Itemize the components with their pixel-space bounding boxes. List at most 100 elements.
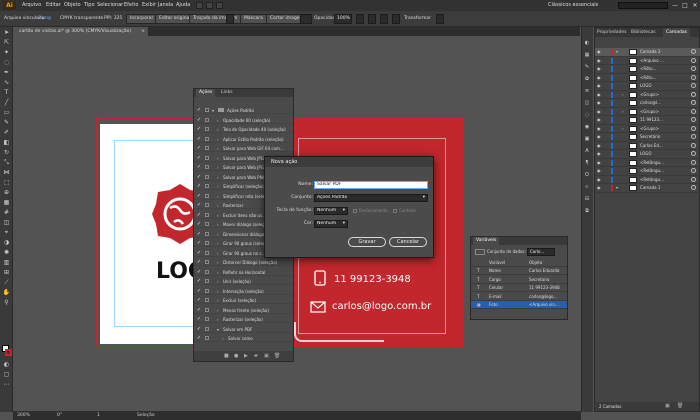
action-row[interactable]: ✓ › Salvar para Web GIF 64 com... <box>194 145 293 153</box>
line-tool-icon[interactable]: ╱ <box>2 99 11 107</box>
dialog-toggle-box[interactable] <box>205 279 209 283</box>
workspace-switcher[interactable]: Clássicos essenciais <box>548 2 598 9</box>
scale-tool-icon[interactable]: ⤡ <box>2 159 11 167</box>
visibility-eye-icon[interactable]: ◉ <box>597 160 602 166</box>
action-row[interactable]: ✓ › Refletir na Horizontal <box>194 269 293 276</box>
checkmark-icon[interactable]: ✓ <box>196 307 202 313</box>
free-transform-tool-icon[interactable]: ⬚ <box>2 179 11 187</box>
stop-icon[interactable]: ■ <box>224 353 229 359</box>
target-circle-icon[interactable] <box>691 125 696 131</box>
bridge-button[interactable] <box>196 2 203 9</box>
checkmark-icon[interactable]: ✓ <box>196 183 202 189</box>
action-row[interactable]: ✓ › Salvar como <box>194 335 293 343</box>
target-circle-icon[interactable] <box>691 168 696 173</box>
expand-chevron-icon[interactable]: › <box>622 108 624 116</box>
target-circle-icon[interactable] <box>691 66 696 71</box>
layer-row[interactable]: ◉ 11 99123... <box>595 116 700 125</box>
tab-variaveis[interactable]: Variáveis <box>473 237 500 245</box>
maximize-button[interactable]: □ <box>680 0 690 11</box>
curvature-tool-icon[interactable]: ∿ <box>2 79 11 87</box>
stroke-swatch[interactable] <box>5 349 12 356</box>
chevron-right-icon[interactable]: › <box>217 250 219 256</box>
chevron-down-icon[interactable]: ▾ <box>212 107 214 113</box>
draw-mode-icon[interactable]: ◐ <box>2 361 11 369</box>
menu-objeto[interactable]: Objeto <box>64 0 81 11</box>
column-graph-tool-icon[interactable]: ▥ <box>2 259 11 267</box>
artboard-tool-icon[interactable]: ⊞ <box>2 269 11 277</box>
color-panel-icon[interactable]: ◐ <box>583 40 591 47</box>
chevron-right-icon[interactable]: › <box>217 307 219 313</box>
visibility-eye-icon[interactable]: ◉ <box>597 168 602 174</box>
rotate-tool-icon[interactable]: ↻ <box>2 149 11 157</box>
checkmark-icon[interactable]: ✓ <box>196 136 202 142</box>
visibility-eye-icon[interactable]: ◉ <box>597 58 602 64</box>
action-row[interactable]: ✓ › Distorcer Diálogo (seleção) <box>194 259 293 267</box>
chevron-right-icon[interactable]: › <box>217 183 219 189</box>
checkmark-icon[interactable]: ✓ <box>196 212 202 218</box>
visibility-eye-icon[interactable]: ◉ <box>597 83 602 89</box>
chevron-right-icon[interactable]: › <box>217 164 219 170</box>
dialog-toggle-box[interactable] <box>205 241 209 245</box>
chevron-right-icon[interactable]: › <box>217 193 219 199</box>
layer-row[interactable]: ◉ Carlos Ed... <box>595 142 700 150</box>
checkmark-icon[interactable]: ✓ <box>196 278 202 284</box>
trace-preset-dropdown[interactable] <box>226 14 234 24</box>
visibility-eye-icon[interactable]: ◉ <box>597 185 602 191</box>
mask-button[interactable]: Máscara <box>240 14 267 24</box>
stroke-panel-icon[interactable]: ≡ <box>583 88 591 95</box>
save-button[interactable]: Gravar <box>348 237 386 247</box>
action-row[interactable]: ✓ › Unir (seleção) <box>194 278 293 286</box>
layer-row[interactable]: ◉ <Retângu... <box>595 176 700 184</box>
linked-filename[interactable]: 2.png <box>38 11 51 27</box>
checkmark-icon[interactable]: ✓ <box>196 250 202 256</box>
chevron-right-icon[interactable]: › <box>217 231 219 237</box>
align-panel-icon[interactable]: ⊟ <box>583 196 591 203</box>
pen-tool-icon[interactable]: ✒ <box>2 69 11 77</box>
character-panel-icon[interactable]: A <box>583 148 591 155</box>
hand-tool-icon[interactable]: ✋ <box>2 289 11 297</box>
layer-row[interactable]: ◉ <Rótu... <box>595 74 700 82</box>
dialog-toggle-box[interactable] <box>205 127 209 131</box>
align-options-button[interactable] <box>380 14 388 24</box>
target-circle-icon[interactable] <box>691 185 696 190</box>
blend-tool-icon[interactable]: ◑ <box>2 239 11 247</box>
chevron-right-icon[interactable]: › <box>217 117 219 123</box>
chevron-right-icon[interactable]: › <box>217 288 219 294</box>
checkmark-icon[interactable]: ✓ <box>196 193 202 199</box>
layer-row[interactable]: ◉ <Retângu... <box>595 167 700 176</box>
checkmark-icon[interactable]: ✓ <box>196 202 202 208</box>
brushes-panel-icon[interactable]: ✎ <box>583 64 591 71</box>
appearance-panel-icon[interactable]: ◉ <box>583 124 591 131</box>
variable-row[interactable]: ▦ Foto <Arquivo vin... <box>471 301 567 309</box>
dialog-toggle-box[interactable] <box>205 222 209 226</box>
control-bar-menu-icon[interactable] <box>436 14 444 24</box>
target-circle-icon[interactable] <box>691 74 696 80</box>
visibility-eye-icon[interactable]: ◉ <box>597 151 602 157</box>
transparency-panel-icon[interactable]: ◌ <box>583 112 591 119</box>
document-tab[interactable]: cartão de visitas.ai* @ 300% (CMYK/Visua… <box>13 27 148 36</box>
dialog-toggle-box[interactable] <box>205 269 209 274</box>
target-circle-icon[interactable] <box>691 159 696 165</box>
set-select[interactable]: Ações Padrão ▾ <box>314 194 428 202</box>
visibility-eye-icon[interactable]: ◉ <box>597 75 602 81</box>
visibility-eye-icon[interactable]: ◉ <box>597 126 602 132</box>
delete-icon[interactable]: 🗑 <box>274 353 280 359</box>
chevron-right-icon[interactable]: › <box>222 335 224 341</box>
play-icon[interactable]: ▶ <box>244 353 248 359</box>
dialog-toggle-box[interactable] <box>205 184 209 188</box>
color-select[interactable]: Nenhum ▾ <box>314 220 348 228</box>
visibility-eye-icon[interactable]: ◉ <box>597 134 602 140</box>
target-circle-icon[interactable] <box>691 117 696 122</box>
expand-chevron-icon[interactable]: › <box>622 91 624 99</box>
target-circle-icon[interactable] <box>691 57 696 63</box>
checkmark-icon[interactable]: ✓ <box>196 164 202 170</box>
checkmark-icon[interactable]: ✓ <box>196 259 202 265</box>
new-set-icon[interactable]: ▰ <box>254 353 258 359</box>
chevron-right-icon[interactable]: › <box>217 278 219 284</box>
dialog-toggle-box[interactable] <box>205 203 209 207</box>
target-circle-icon[interactable] <box>691 91 696 97</box>
artboard-number[interactable]: 1 <box>97 411 100 420</box>
zoom-level[interactable]: 300% <box>17 411 30 420</box>
target-circle-icon[interactable] <box>691 151 696 156</box>
control-checkbox[interactable] <box>393 209 397 213</box>
